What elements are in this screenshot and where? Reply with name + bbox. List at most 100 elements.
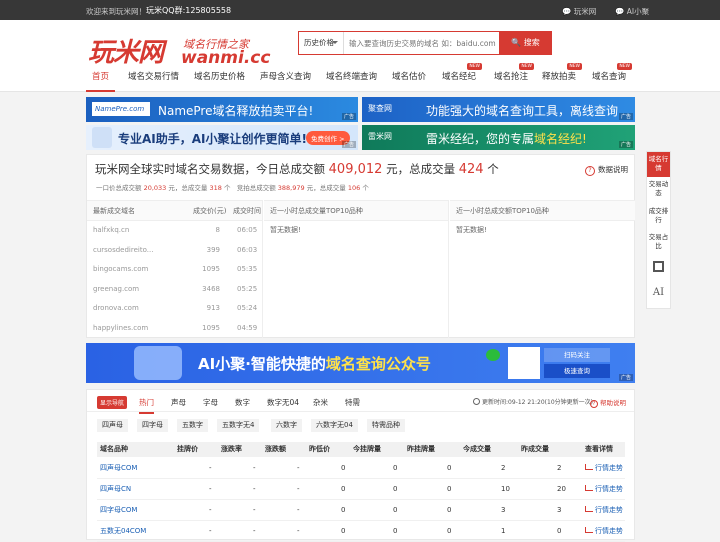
nav-snapback[interactable]: 域名抢注 NEW [494,63,535,92]
nav-trading[interactable]: 域名交易行情 [128,68,179,92]
market-cell: 0 [393,464,398,472]
market-cell: - [297,527,300,535]
market-cell: - [209,464,212,472]
market-cell: 0 [341,527,346,535]
tab-mixed[interactable]: 杂米 [313,397,328,408]
market-cell: 0 [393,527,398,535]
market-row[interactable]: 四声母COM - - - 0 0 0 2 2 行情走势 [97,458,625,479]
market-cell: 0 [447,485,452,493]
chip-five-digits-no4[interactable]: 五数字无4 [217,419,260,432]
qq-group-text[interactable]: 玩米QQ群:125805558 [146,5,231,16]
update-time: 更新时间:09-12 21:20(10分钟更新一次) [473,397,593,406]
nav-home[interactable]: 首页 [86,68,116,92]
nav-history[interactable]: 域名历史价格 [194,68,245,92]
chip-six-digits[interactable]: 六数字 [271,419,302,432]
market-cell: - [297,506,300,514]
wanmi-link[interactable]: 💬 玩米网 [562,6,596,17]
tab-special[interactable]: 特需 [345,397,360,408]
ai-link[interactable]: 💬 AI小聚 [615,6,649,17]
market-cell: 2 [557,464,562,472]
top10-volume-panel: 近一小时总成交量TOP10品种 暂无数据! [264,200,449,338]
trend-link[interactable]: 行情走势 [585,479,623,500]
nav-whois[interactable]: 域名查询 NEW [592,63,633,92]
chip-six-digits-no04[interactable]: 六数字无04 [311,419,358,432]
trend-link[interactable]: 行情走势 [585,500,623,521]
market-cell: 0 [447,527,452,535]
market-cell[interactable]: 四声母COM [100,458,137,479]
nav-meaning[interactable]: 声母含义查询 [260,68,311,92]
market-cell[interactable]: 四声母CN [100,479,131,500]
site-logo[interactable]: 玩米网 域名行情之家 wanmi.cc [88,30,278,70]
market-cell: - [209,506,212,514]
show-nav-button[interactable]: 显示导航 [97,396,128,409]
search-button[interactable]: 🔍 搜索 [499,31,552,55]
recent-deal-row[interactable]: dronova.com 913 05:24 [87,299,262,319]
chip-five-digits[interactable]: 五数字 [177,419,208,432]
nav-auction[interactable]: 释放拍卖 NEW [542,63,583,92]
recent-deal-row[interactable]: bingocams.com 1095 05:35 [87,260,262,280]
tab-digit[interactable]: 数字 [235,397,250,408]
chip-four-letters[interactable]: 四字母 [137,419,168,432]
market-cell: 0 [393,485,398,493]
tab-digit-no04[interactable]: 数字无04 [267,397,299,408]
market-row[interactable]: 五数无04COM - - - 0 0 0 1 0 行情走势 [97,521,625,542]
search-box: 历史价格 🔍 搜索 [298,31,552,55]
robot-icon [92,127,112,148]
market-cell: 0 [341,464,346,472]
realtime-stats-panel: 玩米网全球实时域名交易数据，今日总成交额 409,012 元，总成交量 424 … [86,154,635,338]
side-market[interactable]: 域名行情 [647,152,670,177]
search-category-select[interactable]: 历史价格 [299,32,344,54]
recent-deal-row[interactable]: halfxkq.cn 8 06:05 [87,221,262,241]
side-share[interactable]: 交易占比 [647,233,670,251]
banner-jucha[interactable]: 聚查网 功能强大的域名查询工具，离线查询 广告 [362,97,635,122]
side-ranking[interactable]: 成交排行 [647,207,670,225]
trend-link[interactable]: 行情走势 [585,521,623,542]
top-bar: 欢迎来到玩米网！ 玩米QQ群:125805558 💬 玩米网 💬 AI小聚 [0,0,720,20]
banner-ai-wechat[interactable]: AI小聚·智能快捷的域名查询公众号 扫码关注 极速查询 广告 [86,343,635,383]
market-panel: 显示导航 热门 声母 字母 数字 数字无04 杂米 特需 更新时间:09-12 … [86,389,635,542]
side-ai-button[interactable]: AI [647,287,670,298]
recent-deal-row[interactable]: happylines.com 1095 04:59 [87,319,262,339]
market-row[interactable]: 四字母COM - - - 0 0 0 3 3 行情走势 [97,500,625,521]
welcome-text: 欢迎来到玩米网！ [86,7,146,16]
stats-subline: 一口价总成交额 20,033 元，总成交量 318 个 竞拍总成交额 388,9… [96,184,369,192]
data-help-link[interactable]: 数据说明 [585,164,628,176]
market-cell: - [297,485,300,493]
search-input[interactable] [346,32,496,54]
recent-deals-list: 最新成交域名 成交价(元) 成交时间 halfxkq.cn 8 06:05 curso… [87,200,263,338]
side-dynamic[interactable]: 交易动态 [647,180,670,198]
market-row[interactable]: 四声母CN - - - 0 0 0 10 20 行情走势 [97,479,625,500]
market-cell: 0 [341,485,346,493]
market-cell: - [209,527,212,535]
banner-leimi[interactable]: 雷米网 雷米经纪，您的专属域名经纪! 广告 [362,125,635,150]
side-qr-icon[interactable] [653,261,664,272]
trend-link[interactable]: 行情走势 [585,458,623,479]
market-cell: 3 [501,506,506,514]
market-cell: - [297,464,300,472]
market-cell[interactable]: 四字母COM [100,500,137,521]
chip-four-initials[interactable]: 四声母 [97,419,128,432]
recent-deal-row[interactable]: cursosdedireito... 399 06:03 [87,241,262,261]
market-cell: 2 [501,464,506,472]
market-help-link[interactable]: 帮助说明 [590,397,626,408]
market-cell: 0 [341,506,346,514]
qr-code-icon [508,347,540,379]
banner-ai-assistant[interactable]: 专业AI助手，AI小聚让创作更简单! 免费创作 > 广告 [86,125,358,150]
header: 玩米网 域名行情之家 wanmi.cc 历史价格 🔍 搜索 首页 域名交易行情 … [0,20,720,92]
nav-appraisal[interactable]: 域名估价 [392,68,426,92]
side-float-menu: 域名行情 交易动态 成交排行 交易占比 AI [646,151,671,309]
tab-initial[interactable]: 声母 [171,397,186,408]
market-cell: - [209,485,212,493]
banner-namepre[interactable]: NamePre.com NamePre域名释放拍卖平台! 广告 [86,97,358,122]
market-cell: 0 [557,527,562,535]
chip-special[interactable]: 特需品种 [367,419,405,432]
market-cell: 3 [557,506,562,514]
recent-deal-row[interactable]: greenag.com 3468 05:25 [87,280,262,300]
wechat-icon [486,349,500,361]
market-cell: 20 [557,485,566,493]
tab-hot[interactable]: 热门 [139,397,154,414]
tab-letter[interactable]: 字母 [203,397,218,408]
market-cell[interactable]: 五数无04COM [100,521,146,542]
nav-terminal[interactable]: 域名终端查询 [326,68,377,92]
nav-broker[interactable]: 域名经纪 NEW [442,63,483,92]
